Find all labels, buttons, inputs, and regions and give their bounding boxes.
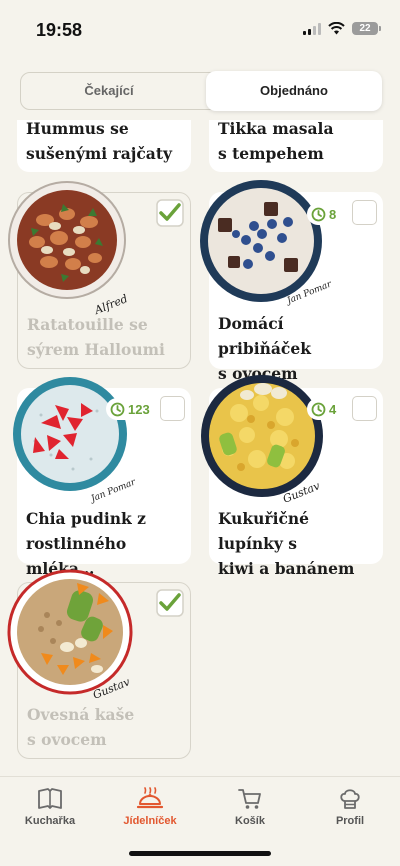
- ratatouille-dish-image: [8, 181, 126, 299]
- checked-checkbox[interactable]: [156, 199, 184, 227]
- checked-checkbox[interactable]: [156, 589, 184, 617]
- cook-time-badge: 4: [307, 398, 341, 420]
- recipe-title: Chia pudink z rostlinného mléka…: [26, 506, 185, 581]
- battery-level: 22: [359, 23, 371, 34]
- nav-profil[interactable]: Profil: [310, 787, 390, 827]
- kukuricne-lupinky-dish-image: [201, 375, 323, 497]
- recipe-title-line: sýrem Halloumi: [27, 340, 165, 359]
- cook-time-value: 4: [329, 401, 337, 417]
- book-icon: [38, 788, 62, 809]
- recipe-title-line: sušenými rajčaty: [26, 144, 173, 163]
- recipe-checkbox[interactable]: [352, 396, 377, 421]
- cook-time-value: 8: [329, 206, 337, 222]
- recipe-card-hummus[interactable]: Hummus se sušenými rajčaty: [17, 120, 191, 172]
- cellular-signal-icon: [303, 22, 321, 35]
- recipe-grid: Hummus se sušenými rajčaty Tikka masala …: [0, 120, 400, 776]
- recipe-title: Tikka masala s tempehem: [218, 120, 377, 166]
- recipe-title-line: s tempehem: [218, 144, 324, 163]
- nav-label: Kuchařka: [24, 815, 76, 827]
- nav-kosik[interactable]: Košík: [210, 787, 290, 827]
- battery-icon: 22: [352, 22, 381, 35]
- home-indicator[interactable]: [129, 851, 271, 856]
- chef-hat-icon: [340, 789, 360, 809]
- wifi-icon: [328, 22, 345, 35]
- recipe-title-line: Tikka masala: [218, 120, 334, 138]
- ovesna-kase-dish-image: [7, 569, 133, 695]
- status-time: 19:58: [36, 20, 83, 40]
- pribinacek-dish-image: [200, 180, 322, 302]
- serving-dish-icon: [136, 787, 164, 809]
- tab-ordered[interactable]: Objednáno: [206, 71, 382, 111]
- tab-waiting[interactable]: Čekající: [21, 71, 197, 111]
- cook-time-badge: 123: [106, 398, 154, 420]
- timer-icon: [311, 402, 326, 416]
- recipe-title: Ratatouille se sýrem Halloumi: [27, 312, 184, 362]
- nav-label: Košík: [235, 815, 265, 827]
- cook-time-badge: 8: [307, 203, 341, 225]
- nav-label: Profil: [335, 815, 365, 827]
- recipe-title: Kukuřičné lupínky s kiwi a banánem: [218, 506, 377, 581]
- cart-icon: [238, 789, 261, 809]
- timer-icon: [110, 402, 125, 416]
- status-bar: 19:58 22: [0, 0, 400, 60]
- recipe-title-line: Ratatouille se: [27, 315, 148, 334]
- status-icons: 22: [303, 22, 381, 35]
- nav-jidelnicek[interactable]: Jídelníček: [110, 787, 190, 827]
- recipe-title: Domácí pribiňáček s ovocem: [218, 311, 377, 386]
- recipe-title-line: Kukuřičné lupínky s: [218, 509, 310, 553]
- chia-pudink-dish-image: [13, 377, 127, 491]
- nav-label: Jídelníček: [123, 815, 177, 827]
- recipe-checkbox[interactable]: [160, 396, 185, 421]
- recipe-title-line: s ovocem: [27, 730, 107, 749]
- recipe-title-line: Hummus se: [26, 120, 129, 138]
- nav-kucharka[interactable]: Kuchařka: [10, 787, 90, 827]
- recipe-title-line: kiwi a banánem: [218, 559, 355, 578]
- recipe-title-line: Chia pudink z: [26, 509, 146, 528]
- timer-icon: [311, 207, 326, 221]
- recipe-title-line: Ovesná kaše: [27, 705, 135, 724]
- recipe-title: Hummus se sušenými rajčaty: [26, 120, 185, 166]
- recipe-title: Ovesná kaše s ovocem: [27, 702, 184, 752]
- cook-time-value: 123: [128, 401, 150, 417]
- recipe-checkbox[interactable]: [352, 200, 377, 225]
- recipe-card-tikka-masala[interactable]: Tikka masala s tempehem: [209, 120, 383, 172]
- order-status-segment: Čekající Objednáno: [20, 71, 382, 111]
- recipe-title-line: Domácí pribiňáček: [218, 314, 311, 358]
